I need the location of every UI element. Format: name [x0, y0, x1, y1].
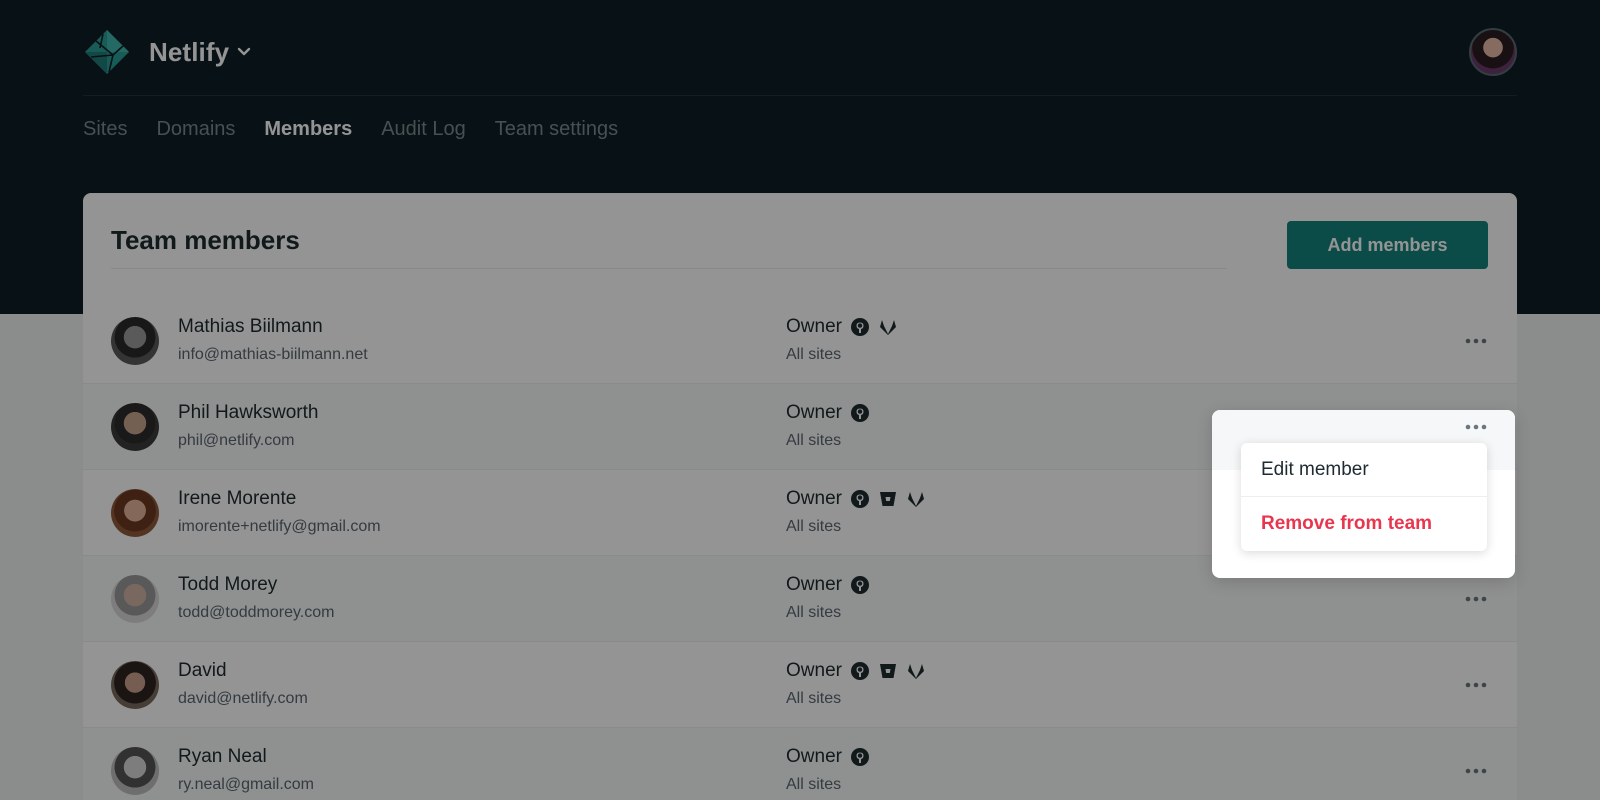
modal-overlay[interactable] — [0, 0, 1600, 800]
row-actions-popover: Edit member Remove from team — [1212, 410, 1515, 578]
member-actions-menu: Edit member Remove from team — [1241, 443, 1487, 551]
remove-from-team-menu-item[interactable]: Remove from team — [1241, 497, 1487, 551]
ellipsis-icon — [1465, 424, 1487, 430]
more-options-button[interactable] — [1461, 417, 1491, 437]
edit-member-menu-item[interactable]: Edit member — [1241, 443, 1487, 497]
